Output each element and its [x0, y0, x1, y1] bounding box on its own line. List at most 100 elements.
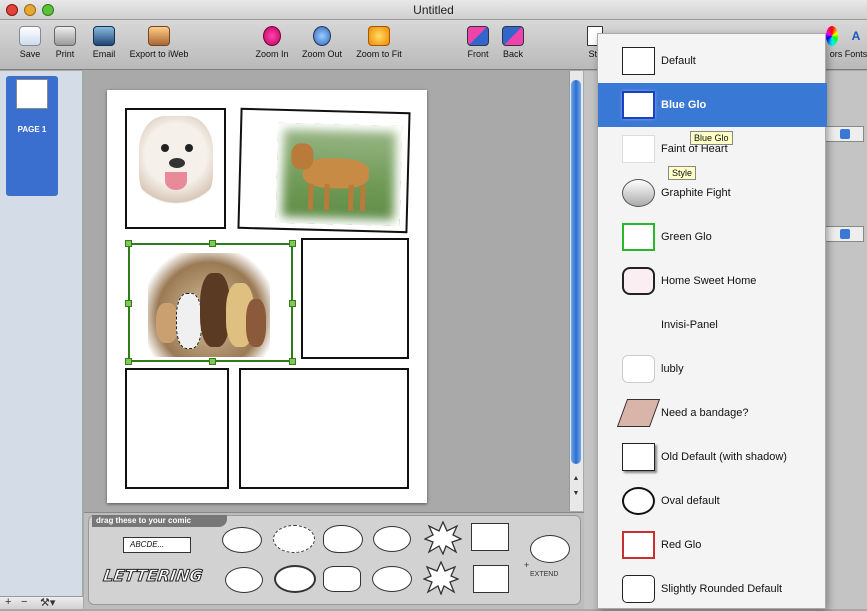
menu-item-blue-glo[interactable]: Blue Glo [598, 83, 827, 127]
email-icon [93, 26, 115, 46]
boxer-dog-image [275, 122, 403, 226]
popup-arrow-icon [840, 129, 850, 139]
page-thumbnail[interactable]: PAGE 1 [6, 76, 58, 196]
zoom-out-button[interactable]: Zoom Out [296, 20, 348, 70]
menu-item-graphite-fight[interactable]: Graphite Fight [598, 171, 827, 215]
popup-arrow-icon [840, 229, 850, 239]
zoom-to-fit-icon [368, 26, 390, 46]
lettering-tool[interactable]: LETTERING [101, 566, 205, 592]
resize-handle[interactable] [125, 300, 132, 307]
print-button[interactable]: Print [50, 20, 80, 70]
speech-balloon[interactable] [372, 566, 412, 592]
back-icon [502, 26, 524, 46]
comic-page[interactable] [107, 90, 427, 503]
faint-of-heart-swatch [622, 135, 655, 163]
fonts-icon: A [851, 29, 861, 43]
menu-item-red-glo[interactable]: Red Glo [598, 523, 827, 567]
rectangle-balloon[interactable] [473, 565, 509, 593]
whisper-balloon[interactable] [273, 525, 315, 553]
front-icon [467, 26, 489, 46]
color-wheel-icon [826, 26, 838, 46]
green-glo-swatch [622, 223, 655, 251]
email-button[interactable]: Email [88, 20, 120, 70]
scroll-up-arrow-icon[interactable]: ▲ [570, 475, 582, 486]
red-glo-swatch [622, 531, 655, 559]
burst-balloon[interactable] [423, 520, 463, 556]
resize-handle[interactable] [209, 240, 216, 247]
default-style-swatch [622, 47, 655, 75]
style-tooltip: Style [668, 166, 697, 180]
zoom-to-fit-button[interactable]: Zoom to Fit [351, 20, 407, 70]
add-page-icon[interactable]: + [5, 596, 11, 608]
need-a-bandage-swatch [616, 399, 661, 427]
printer-icon [54, 26, 76, 46]
speech-balloon[interactable] [222, 527, 262, 553]
shout-balloon[interactable] [274, 565, 316, 593]
sidebar-bottom-bar: + − ⚒▾ [0, 596, 83, 609]
resize-handle[interactable] [125, 358, 132, 365]
export-iweb-button[interactable]: Export to iWeb [124, 20, 194, 70]
invisi-panel-swatch [622, 311, 655, 339]
extend-plus-icon: + [524, 560, 530, 570]
comic-panel-4[interactable] [301, 238, 409, 359]
speech-balloon[interactable] [225, 567, 263, 593]
menu-item-need-a-bandage[interactable]: Need a bandage? [598, 391, 827, 435]
action-menu-icon[interactable]: ⚒▾ [40, 596, 55, 609]
send-to-back-button[interactable]: Back [498, 20, 528, 70]
page-thumbnail-preview [16, 79, 48, 109]
resize-handle[interactable] [209, 358, 216, 365]
window-title: Untitled [413, 3, 454, 17]
scrollbar-thumb[interactable] [571, 80, 581, 464]
menu-item-home-sweet-home[interactable]: Home Sweet Home [598, 259, 827, 303]
zoom-in-button[interactable]: Zoom In [250, 20, 294, 70]
menu-item-lubly[interactable]: lubly [598, 347, 827, 391]
menu-item-slightly-rounded-default[interactable]: Slightly Rounded Default [598, 567, 827, 611]
title-bar: Untitled [0, 0, 867, 20]
save-icon [19, 26, 41, 46]
blue-glo-tooltip: Blue Glo [690, 131, 733, 145]
blue-glo-swatch [622, 91, 655, 119]
menu-item-oval-default[interactable]: Oval default [598, 479, 827, 523]
old-default-swatch [622, 443, 655, 471]
extend-balloon[interactable] [530, 535, 570, 563]
extend-label: EXTEND [530, 571, 559, 578]
home-sweet-home-swatch [622, 267, 655, 295]
remove-page-icon[interactable]: − [21, 596, 27, 608]
zoom-out-icon [313, 26, 331, 46]
resize-handle[interactable] [289, 300, 296, 307]
fonts-button[interactable]: A Fonts [843, 20, 867, 70]
slightly-rounded-default-swatch [622, 575, 655, 603]
menu-item-default[interactable]: Default [598, 39, 827, 83]
speech-balloon[interactable] [373, 526, 411, 552]
rectangle-balloon[interactable] [471, 523, 509, 551]
comic-panel-5[interactable] [125, 368, 229, 489]
dog-group-image [148, 253, 270, 357]
resize-handle[interactable] [125, 240, 132, 247]
lubly-swatch [622, 355, 655, 383]
menu-item-old-default[interactable]: Old Default (with shadow) [598, 435, 827, 479]
oval-default-swatch [622, 487, 655, 515]
bring-to-front-button[interactable]: Front [463, 20, 493, 70]
panel-style-menu[interactable]: Default Blue Glo Faint of Heart Graphite… [597, 33, 827, 611]
comic-panel-1[interactable] [125, 108, 226, 229]
palette-header: drag these to your comic [92, 515, 227, 527]
rounded-balloon[interactable] [323, 566, 361, 592]
page-label: PAGE 1 [17, 125, 47, 134]
menu-item-green-glo[interactable]: Green Glo [598, 215, 827, 259]
resize-handle[interactable] [289, 240, 296, 247]
caption-box[interactable]: ABCDE... [123, 537, 191, 553]
page-sidebar: PAGE 1 [0, 71, 83, 598]
scroll-down-arrow-icon[interactable]: ▼ [570, 490, 582, 501]
resize-handle[interactable] [289, 358, 296, 365]
burst-balloon[interactable] [422, 560, 460, 596]
comic-panel-3-selected[interactable] [125, 240, 296, 365]
graphite-fight-swatch [622, 179, 655, 207]
zoom-in-icon [263, 26, 281, 46]
comic-panel-6[interactable] [239, 368, 409, 489]
menu-item-invisi-panel[interactable]: Invisi-Panel [598, 303, 827, 347]
save-button[interactable]: Save [15, 20, 45, 70]
iweb-icon [148, 26, 170, 46]
bulldog-image [139, 116, 213, 212]
comic-panel-2[interactable] [237, 107, 411, 234]
thought-balloon[interactable] [323, 525, 363, 553]
